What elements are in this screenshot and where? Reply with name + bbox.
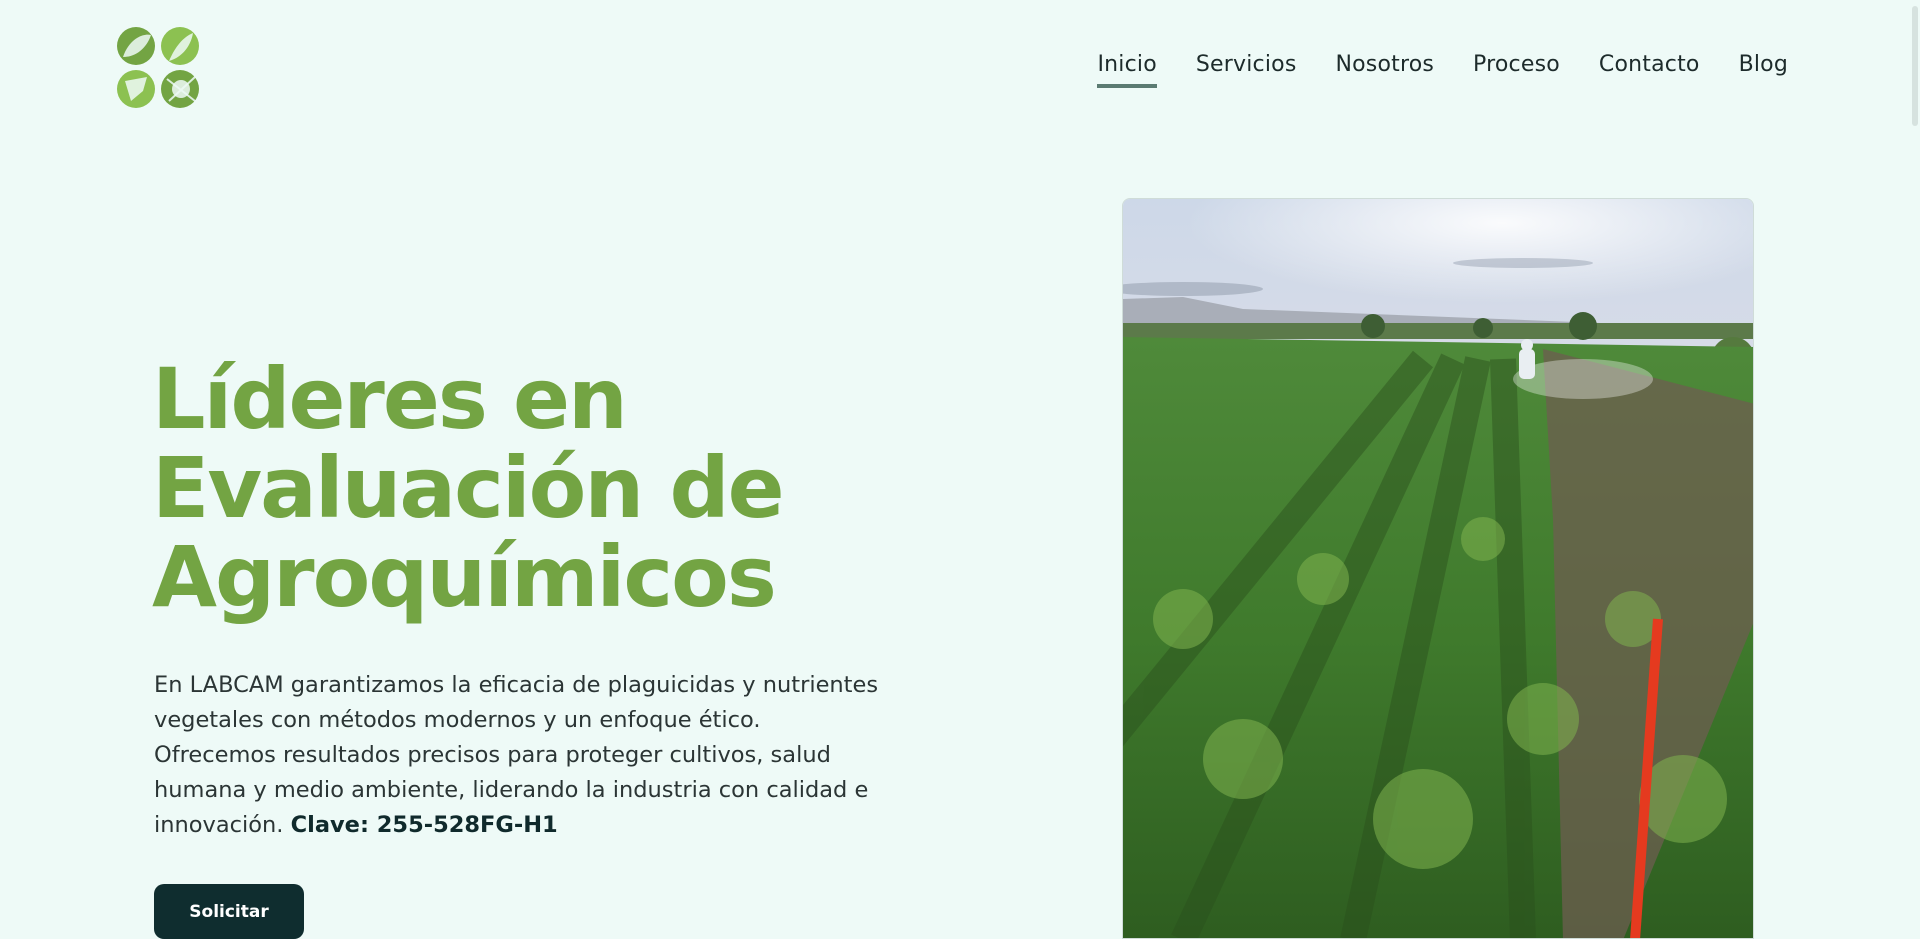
logo[interactable] <box>117 27 201 109</box>
nav-item-contacto[interactable]: Contacto <box>1599 50 1700 88</box>
hero-title: Líderes en Evaluación de Agroquímicos <box>152 355 872 622</box>
solicitar-button[interactable]: Solicitar <box>154 884 304 939</box>
nav-item-servicios[interactable]: Servicios <box>1196 50 1297 88</box>
clave-code: Clave: 255-528FG-H1 <box>290 812 558 838</box>
nav-item-inicio[interactable]: Inicio <box>1097 50 1157 88</box>
page-scrollbar[interactable] <box>1912 6 1918 126</box>
nav-item-blog[interactable]: Blog <box>1739 50 1788 88</box>
hero-title-line-3: Agroquímicos <box>152 528 777 626</box>
leaf-clover-logo-icon <box>117 27 199 108</box>
hero-title-line-2: Evaluación de <box>152 439 785 537</box>
hero-title-line-1: Líderes en <box>152 350 628 448</box>
main-nav: Inicio Servicios Nosotros Proceso Contacto Bl… <box>1097 50 1788 88</box>
nav-item-proceso[interactable]: Proceso <box>1473 50 1560 88</box>
hero-image-crop-field <box>1122 198 1754 939</box>
hero-description: En LABCAM garantizamos la eficacia de pl… <box>154 668 889 843</box>
nav-item-nosotros[interactable]: Nosotros <box>1335 50 1434 88</box>
